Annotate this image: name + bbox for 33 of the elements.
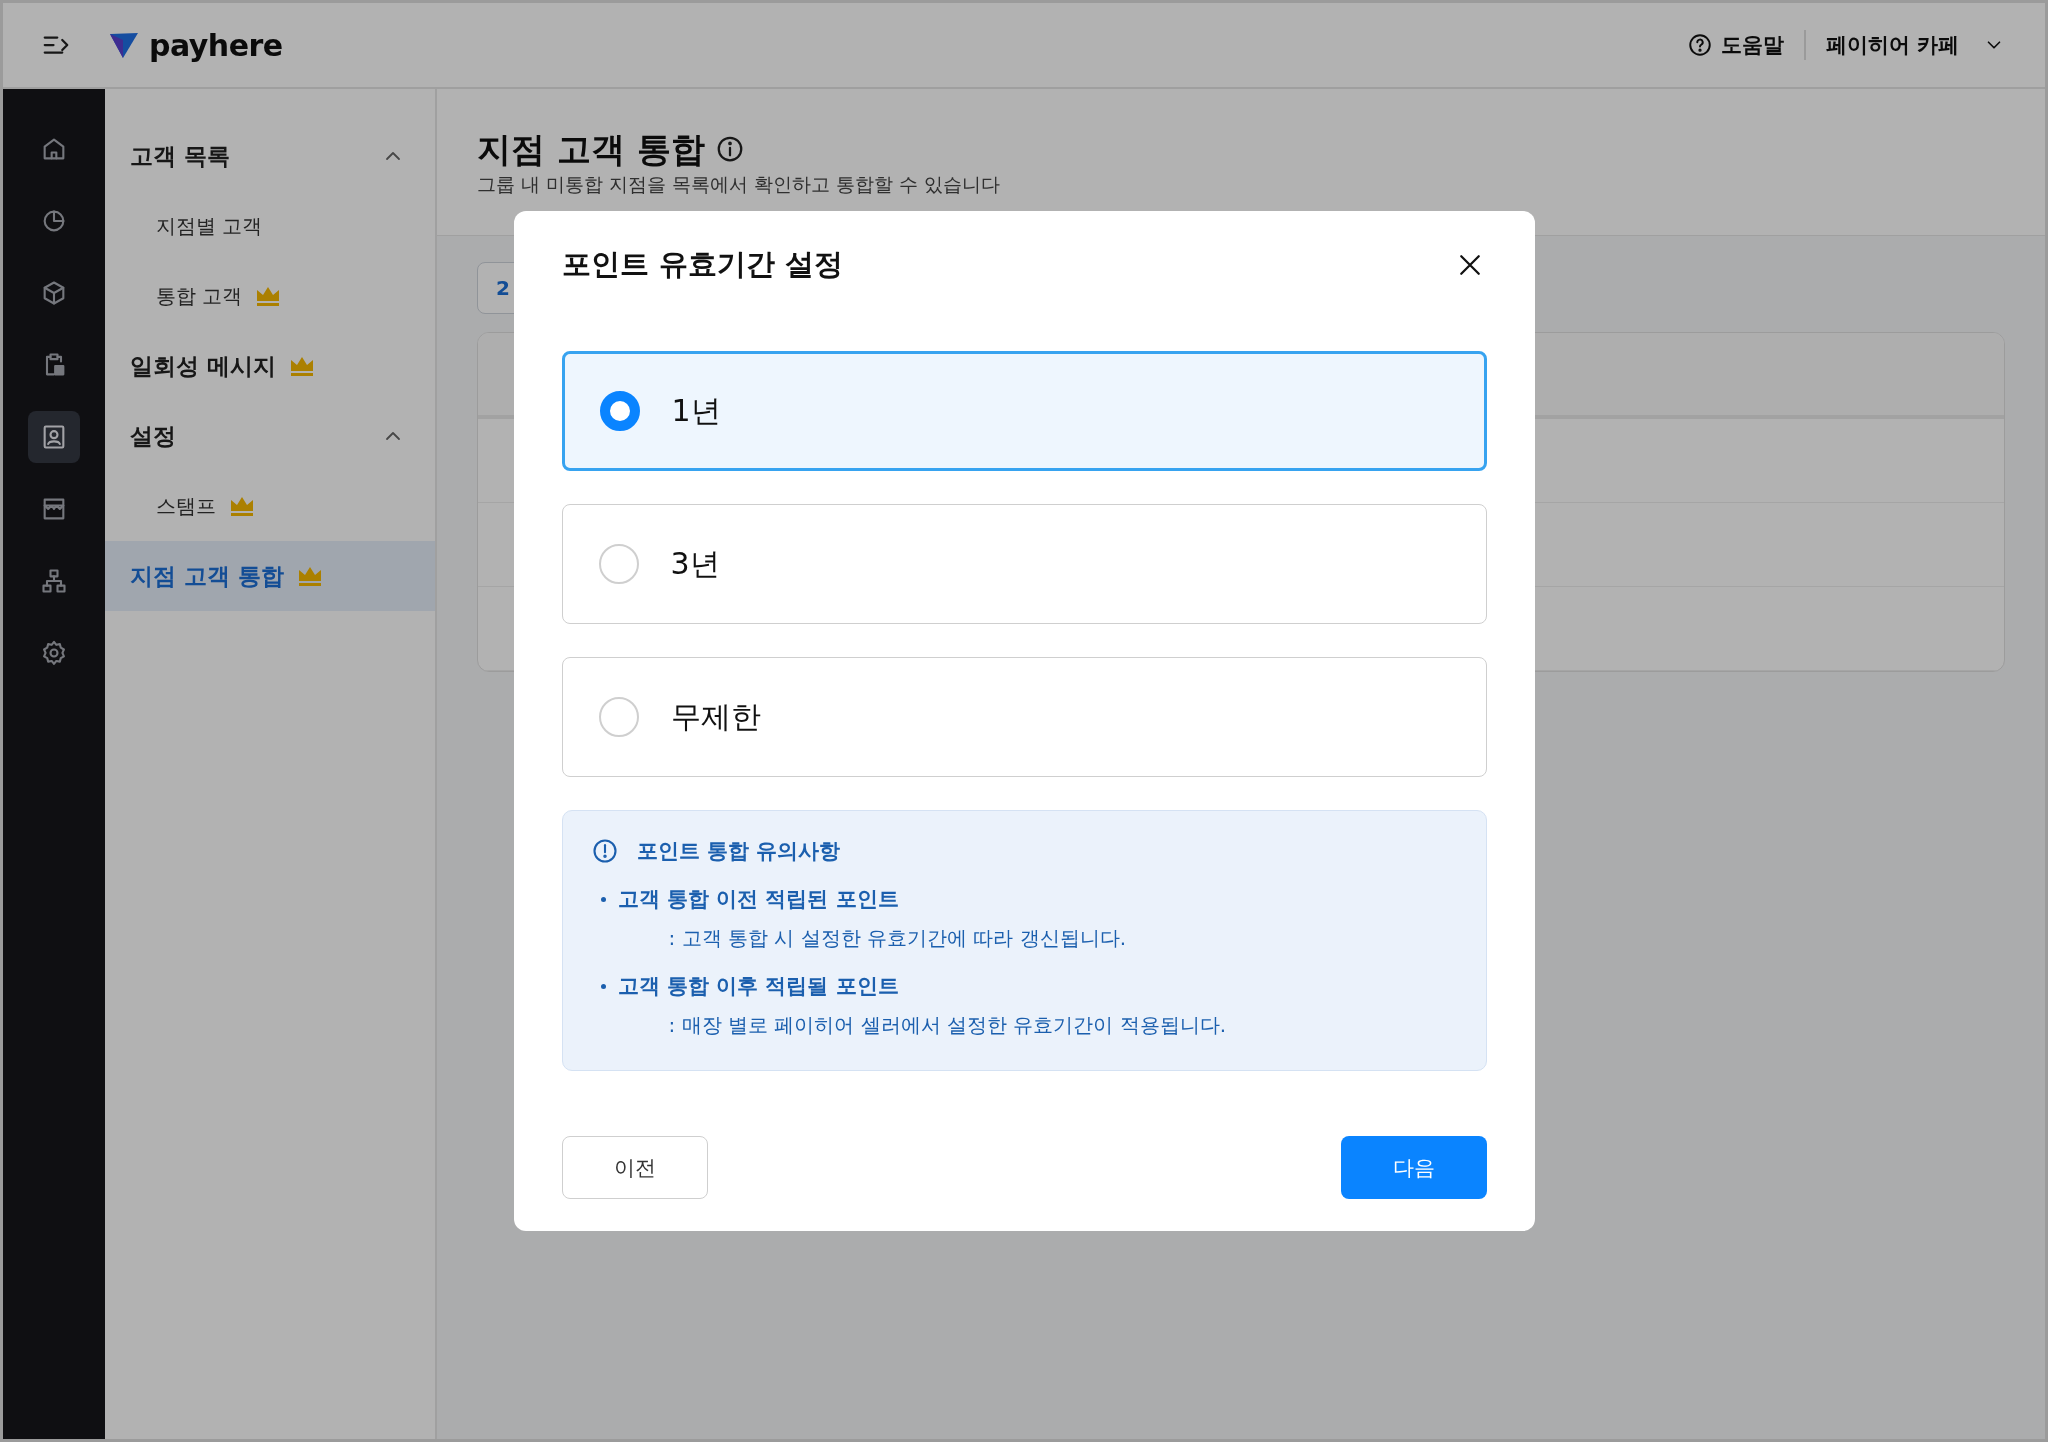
sidebar-menu-item[interactable]: 설정 [105, 401, 435, 471]
logo-text: payhere [149, 27, 283, 63]
sidebar-menu-item[interactable]: 지점별 고객 [105, 191, 435, 261]
page-title: 지점 고객 통합 [477, 129, 705, 169]
page-subtitle: 그룹 내 미통합 지점을 목록에서 확인하고 통합할 수 있습니다 [477, 173, 1002, 195]
alert-icon [590, 837, 619, 865]
store-selector[interactable]: 페이히어 카페 [1825, 31, 2005, 59]
back-button[interactable]: 이전 [561, 1136, 708, 1199]
sidebar-menu-item[interactable]: 스탬프 [105, 471, 435, 541]
modal-title: 포인트 유효기간 설정 [561, 246, 843, 283]
sidebar-menu-item[interactable]: 통합 고객 [105, 261, 435, 331]
notice-title: 포인트 통합 유의사항 [636, 838, 841, 865]
radio-button[interactable] [599, 391, 640, 431]
notice-detail: : 고객 통합 시 설정한 유효기간에 따라 갱신됩니다. [667, 925, 1128, 952]
next-button[interactable]: 다음 [1340, 1136, 1487, 1199]
bullet-icon [600, 983, 606, 989]
notice-heading: 고객 통합 이전 적립된 포인트 [617, 886, 899, 913]
sidebar-menu-item[interactable]: 고객 목록 [105, 121, 435, 191]
hierarchy-icon [40, 567, 68, 595]
bullet-icon [600, 896, 606, 902]
notice-detail: : 매장 별로 페이히어 셀러에서 설정한 유효기간이 적용됩니다. [667, 1012, 1228, 1039]
help-link[interactable]: 도움말 [1686, 31, 1784, 59]
radio-option[interactable]: 무제한 [561, 657, 1487, 777]
sidebar-menu-item[interactable]: 일회성 메시지 [105, 331, 435, 401]
logo-icon [109, 30, 139, 60]
radio-option[interactable]: 1년 [561, 351, 1487, 471]
radio-button[interactable] [598, 697, 639, 737]
radio-button[interactable] [598, 544, 639, 584]
notice-heading: 고객 통합 이후 적립될 포인트 [617, 973, 899, 1000]
radio-option[interactable]: 3년 [561, 504, 1487, 624]
nav-rail-button[interactable] [28, 411, 80, 463]
help-icon [1686, 32, 1713, 58]
settings-icon [40, 639, 68, 667]
